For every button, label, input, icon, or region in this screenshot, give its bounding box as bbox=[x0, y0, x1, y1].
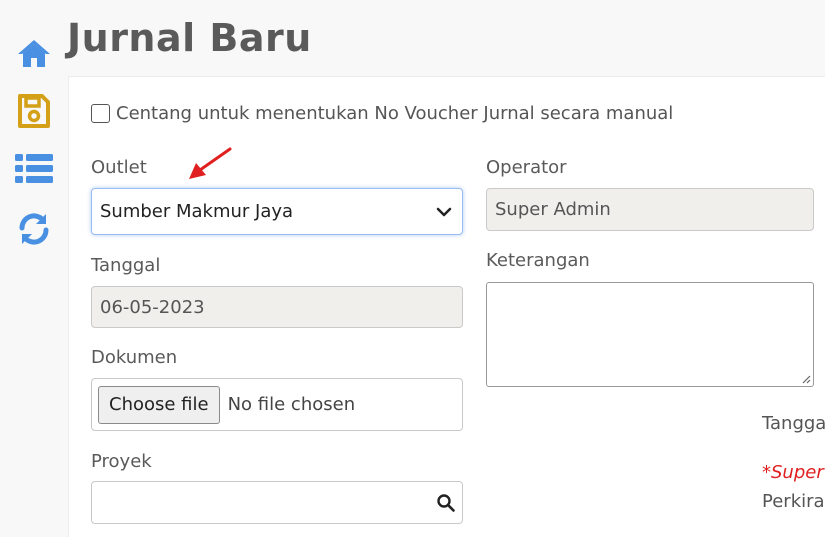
keterangan-textarea[interactable] bbox=[486, 282, 814, 387]
search-icon[interactable] bbox=[436, 493, 456, 513]
file-status: No file chosen bbox=[227, 394, 356, 415]
tanggal-partial-label: Tangga bbox=[762, 413, 825, 434]
operator-label: Operator bbox=[486, 157, 567, 178]
tanggal-label: Tanggal bbox=[91, 255, 161, 276]
super-admin-note: *Super A bbox=[762, 462, 825, 483]
manual-voucher-option[interactable]: Centang untuk menentukan No Voucher Jurn… bbox=[91, 103, 673, 124]
resize-grip-icon[interactable] bbox=[801, 374, 811, 384]
tanggal-field: 06-05-2023 bbox=[91, 286, 463, 328]
proyek-label: Proyek bbox=[91, 451, 152, 472]
dokumen-file-input[interactable]: Choose file No file chosen bbox=[91, 378, 463, 431]
perkiraan-partial-label: Perkiraa bbox=[762, 491, 825, 512]
outlet-select[interactable]: Sumber Makmur Jaya bbox=[91, 188, 463, 235]
manual-voucher-checkbox[interactable] bbox=[91, 104, 110, 123]
page-title: Jurnal Baru bbox=[67, 16, 312, 60]
outlet-value: Sumber Makmur Jaya bbox=[100, 201, 294, 222]
outlet-label: Outlet bbox=[91, 157, 147, 178]
annotation-arrow-icon bbox=[189, 147, 232, 179]
list-icon[interactable] bbox=[14, 150, 54, 188]
home-icon[interactable] bbox=[14, 34, 54, 72]
operator-field: Super Admin bbox=[486, 188, 814, 231]
sidebar bbox=[0, 0, 68, 537]
refresh-icon[interactable] bbox=[14, 210, 54, 248]
choose-file-button[interactable]: Choose file bbox=[98, 385, 220, 424]
manual-voucher-label: Centang untuk menentukan No Voucher Jurn… bbox=[116, 103, 674, 124]
tanggal-value: 06-05-2023 bbox=[100, 296, 205, 318]
keterangan-label: Keterangan bbox=[486, 250, 590, 271]
operator-value: Super Admin bbox=[495, 199, 611, 220]
dokumen-label: Dokumen bbox=[91, 347, 178, 368]
save-icon[interactable] bbox=[14, 92, 54, 130]
chevron-down-icon bbox=[436, 207, 452, 216]
proyek-input[interactable] bbox=[91, 481, 463, 524]
